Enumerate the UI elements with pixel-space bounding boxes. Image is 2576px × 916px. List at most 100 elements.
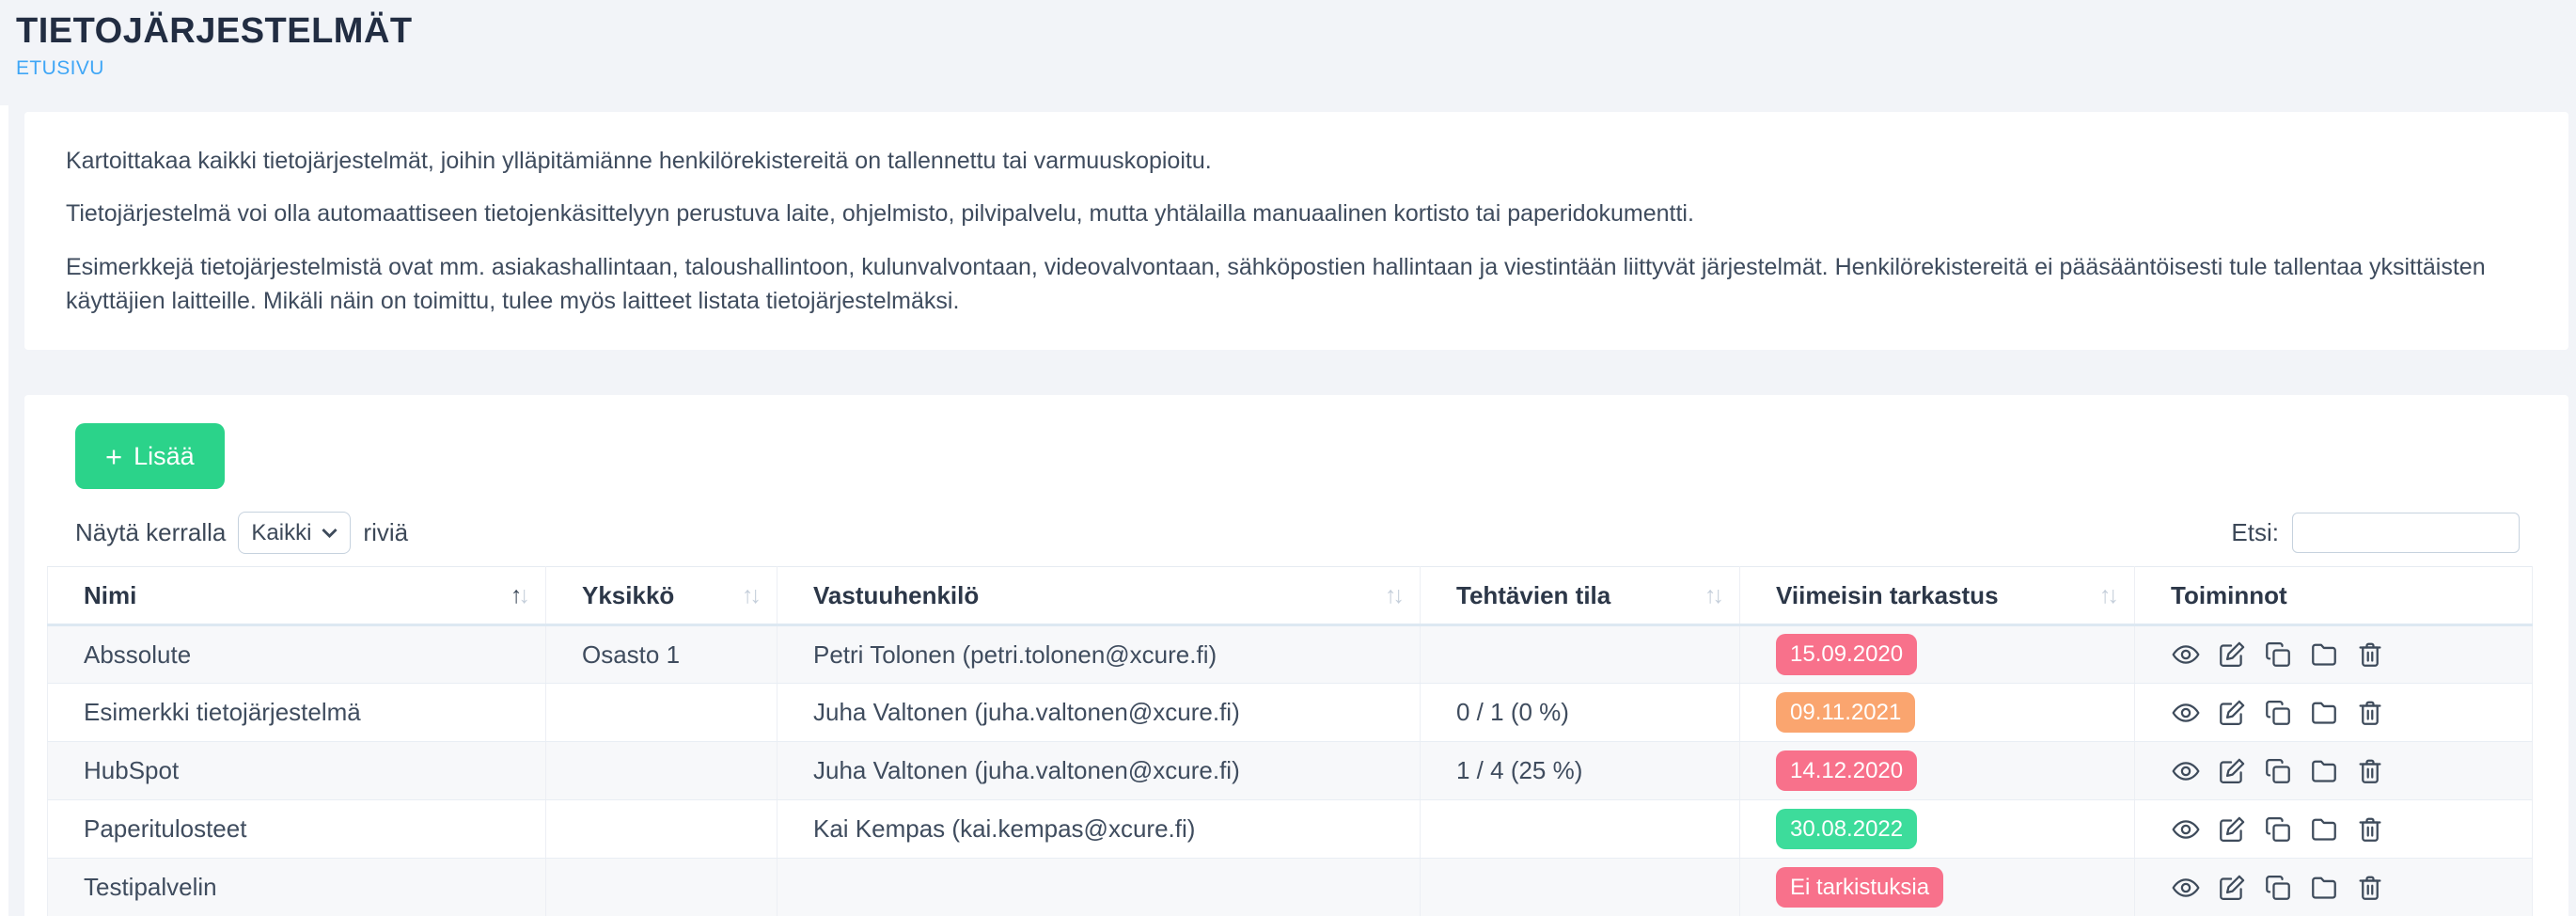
unit-cell [546, 742, 778, 800]
folder-button[interactable] [2309, 756, 2339, 786]
status-badge: 15.09.2020 [1776, 634, 1917, 675]
table-row: Testipalvelin Ei tarkistuksia [48, 859, 2533, 916]
chevron-down-icon [322, 528, 338, 538]
folder-button[interactable] [2309, 698, 2339, 728]
copy-button[interactable] [2263, 814, 2293, 845]
column-header-actions: Toiminnot [2135, 567, 2533, 625]
delete-button[interactable] [2355, 756, 2385, 786]
column-header-last-check[interactable]: Viimeisin tarkastus ↑↓ [1740, 567, 2135, 625]
copy-icon [2263, 698, 2293, 728]
copy-icon [2263, 873, 2293, 903]
table-header-row: Nimi ↑↓ Yksikkö ↑↓ Vastuuhenkilö ↑ [48, 567, 2533, 625]
edit-button[interactable] [2217, 640, 2247, 670]
table-row: Esimerkki tietojärjestelmä Juha Valtonen… [48, 684, 2533, 742]
view-button[interactable] [2171, 873, 2201, 903]
copy-icon [2263, 814, 2293, 845]
column-label: Nimi [84, 581, 136, 610]
folder-button[interactable] [2309, 640, 2339, 670]
intro-paragraph: Esimerkkejä tietojärjestelmistä ovat mm.… [66, 250, 2527, 319]
eye-icon [2171, 756, 2201, 786]
edit-icon [2217, 640, 2247, 670]
edit-button[interactable] [2217, 756, 2247, 786]
intro-card: Kartoittakaa kaikki tietojärjestelmät, j… [24, 112, 2568, 350]
rows-suffix-label: riviä [363, 518, 408, 547]
copy-button[interactable] [2263, 873, 2293, 903]
copy-button[interactable] [2263, 698, 2293, 728]
table-row: HubSpot Juha Valtonen (juha.valtonen@xcu… [48, 742, 2533, 800]
owner-cell: Petri Tolonen (petri.tolonen@xcure.fi) [778, 625, 1421, 684]
status-badge: 30.08.2022 [1776, 809, 1917, 850]
tasks-cell [1421, 625, 1740, 684]
folder-button[interactable] [2309, 814, 2339, 845]
tasks-cell [1421, 859, 1740, 916]
search-input[interactable] [2292, 513, 2520, 553]
page-title: TIETOJÄRJESTELMÄT [16, 11, 2576, 52]
breadcrumb-link[interactable]: ETUSIVU [16, 57, 104, 80]
actions-cell [2135, 800, 2533, 859]
last-check-cell: 09.11.2021 [1740, 684, 2135, 742]
actions-cell [2135, 625, 2533, 684]
delete-button[interactable] [2355, 640, 2385, 670]
add-button[interactable]: + Lisää [75, 423, 225, 489]
column-header-owner[interactable]: Vastuuhenkilö ↑↓ [778, 567, 1421, 625]
column-header-tasks[interactable]: Tehtävien tila ↑↓ [1421, 567, 1740, 625]
delete-button[interactable] [2355, 698, 2385, 728]
column-label: Toiminnot [2171, 581, 2287, 610]
unit-cell [546, 859, 778, 916]
actions-cell [2135, 859, 2533, 916]
delete-button[interactable] [2355, 873, 2385, 903]
trash-icon [2355, 698, 2385, 728]
view-button[interactable] [2171, 814, 2201, 845]
name-cell: Testipalvelin [48, 859, 546, 916]
rows-per-page-select[interactable]: Kaikki [238, 512, 351, 554]
name-cell: Esimerkki tietojärjestelmä [48, 684, 546, 742]
eye-icon [2171, 814, 2201, 845]
tasks-cell: 0 / 1 (0 %) [1421, 684, 1740, 742]
left-edge-strip [0, 105, 8, 916]
unit-cell: Osasto 1 [546, 625, 778, 684]
view-button[interactable] [2171, 698, 2201, 728]
copy-button[interactable] [2263, 756, 2293, 786]
edit-icon [2217, 756, 2247, 786]
delete-button[interactable] [2355, 814, 2385, 845]
last-check-cell: Ei tarkistuksia [1740, 859, 2135, 916]
add-button-label: Lisää [134, 442, 195, 471]
table-row: Paperitulosteet Kai Kempas (kai.kempas@x… [48, 800, 2533, 859]
view-button[interactable] [2171, 640, 2201, 670]
intro-paragraph: Kartoittakaa kaikki tietojärjestelmät, j… [66, 144, 2527, 178]
column-header-unit[interactable]: Yksikkö ↑↓ [546, 567, 778, 625]
tasks-cell: 1 / 4 (25 %) [1421, 742, 1740, 800]
edit-button[interactable] [2217, 873, 2247, 903]
rows-per-page-value: Kaikki [251, 520, 311, 546]
table-controls: Näytä kerralla Kaikki riviä Etsi: [75, 512, 2533, 554]
edit-button[interactable] [2217, 814, 2247, 845]
eye-icon [2171, 640, 2201, 670]
name-cell: Paperitulosteet [48, 800, 546, 859]
folder-icon [2309, 814, 2339, 845]
folder-button[interactable] [2309, 873, 2339, 903]
plus-icon: + [105, 442, 122, 471]
actions-cell [2135, 684, 2533, 742]
folder-icon [2309, 873, 2339, 903]
systems-table-card: + Lisää Näytä kerralla Kaikki riviä Etsi… [24, 395, 2568, 916]
actions-cell [2135, 742, 2533, 800]
status-badge: 14.12.2020 [1776, 750, 1917, 792]
folder-icon [2309, 756, 2339, 786]
copy-icon [2263, 640, 2293, 670]
table-row: Abssolute Osasto 1 Petri Tolonen (petri.… [48, 625, 2533, 684]
search-label: Etsi: [2231, 518, 2279, 547]
sort-icon: ↑↓ [1704, 584, 1724, 608]
copy-button[interactable] [2263, 640, 2293, 670]
name-cell: HubSpot [48, 742, 546, 800]
column-header-name[interactable]: Nimi ↑↓ [48, 567, 546, 625]
owner-cell: Kai Kempas (kai.kempas@xcure.fi) [778, 800, 1421, 859]
search-group: Etsi: [2231, 513, 2520, 553]
view-button[interactable] [2171, 756, 2201, 786]
last-check-cell: 30.08.2022 [1740, 800, 2135, 859]
rows-per-page-label: Näytä kerralla [75, 518, 226, 547]
intro-paragraph: Tietojärjestelmä voi olla automaattiseen… [66, 197, 2527, 230]
sort-icon: ↑↓ [2099, 584, 2119, 608]
edit-button[interactable] [2217, 698, 2247, 728]
trash-icon [2355, 873, 2385, 903]
folder-icon [2309, 640, 2339, 670]
